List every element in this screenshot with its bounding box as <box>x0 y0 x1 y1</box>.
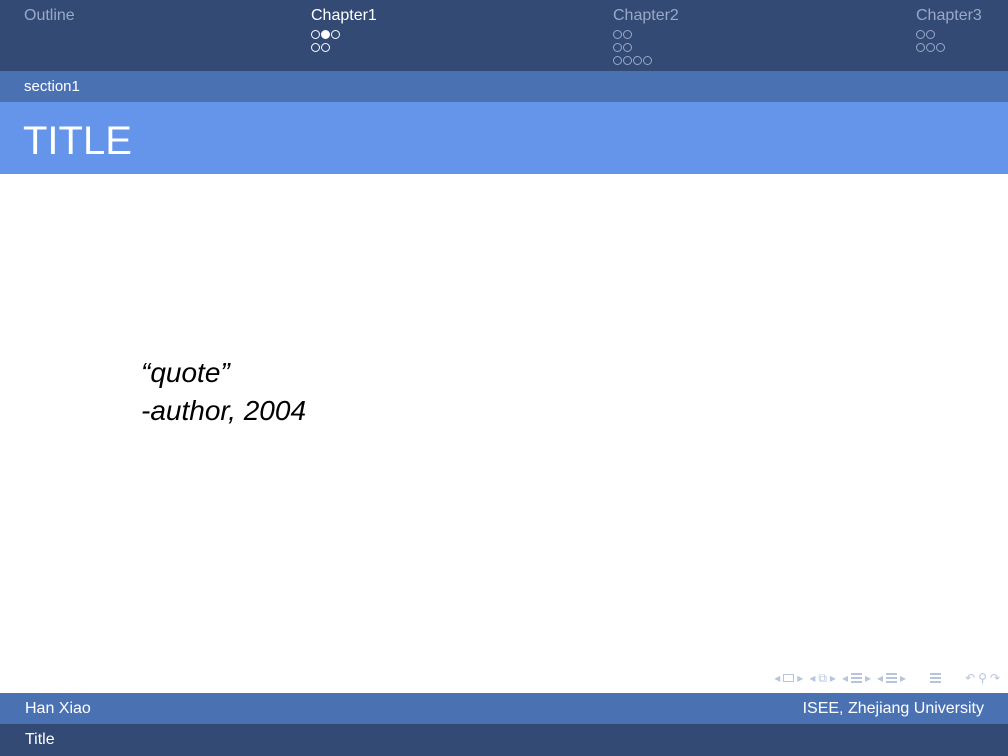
arrow-left-icon[interactable]: ◂ <box>842 671 848 685</box>
beamer-navigation-symbols: ◂ ▸ ◂ ⧉ ▸ ◂ ▸ ◂ ▸ ↶ ⚲ ↷ <box>774 668 1000 688</box>
frame-dot[interactable] <box>331 30 340 39</box>
subsection-dots <box>916 28 982 54</box>
headline-nav: Outline Chapter1 Chapter2 Chapter3 <box>0 0 1008 71</box>
search-nav-group[interactable]: ↶ ⚲ ↷ <box>965 671 1000 685</box>
frame-dot[interactable] <box>311 30 320 39</box>
subsection-icon[interactable] <box>850 673 862 683</box>
nav-section-chapter2[interactable]: Chapter2 <box>613 6 679 67</box>
nav-section-label[interactable]: Outline <box>24 6 75 26</box>
footer-short-title: Title <box>25 731 55 748</box>
footer-author: Han Xiao <box>25 700 91 717</box>
slide-nav-group[interactable]: ◂ ▸ <box>774 671 803 685</box>
frame-dot[interactable] <box>633 56 642 65</box>
frame-nav-group[interactable]: ◂ ⧉ ▸ <box>809 671 836 686</box>
frame-dot[interactable] <box>613 56 622 65</box>
section-icon[interactable] <box>886 673 898 683</box>
arrow-left-icon[interactable]: ◂ <box>877 671 883 685</box>
quote-block: “quote” -author, 2004 <box>141 354 306 430</box>
nav-section-label[interactable]: Chapter2 <box>613 6 679 26</box>
redo-icon[interactable]: ↷ <box>990 671 1000 685</box>
frame-dot[interactable] <box>643 56 652 65</box>
quote-attribution: -author, 2004 <box>141 395 307 426</box>
frame-dot[interactable] <box>936 43 945 52</box>
subsection-dot-row <box>613 54 679 67</box>
subsection-dot-row <box>916 28 982 41</box>
frame-title-bar: TITLE <box>0 102 1008 174</box>
document-nav-group[interactable] <box>930 673 942 683</box>
subsection-dot-row <box>916 41 982 54</box>
arrow-right-icon[interactable]: ▸ <box>797 671 803 685</box>
footer-title-bar: Title <box>0 724 1008 756</box>
frame-dot[interactable] <box>613 30 622 39</box>
subsection-nav-group[interactable]: ◂ ▸ <box>842 671 871 685</box>
undo-icon[interactable]: ↶ <box>965 671 975 685</box>
subsection-dot-row <box>613 28 679 41</box>
subsection-bar: section1 <box>0 71 1008 102</box>
frame-dot[interactable] <box>311 43 320 52</box>
arrow-right-icon[interactable]: ▸ <box>830 671 836 685</box>
section-nav-group[interactable]: ◂ ▸ <box>877 671 906 685</box>
footer-info-bar: Han Xiao ISEE, Zhejiang University <box>0 693 1008 724</box>
current-frame-dot[interactable] <box>321 30 330 39</box>
quote-text: “quote” <box>141 357 230 388</box>
subsection-dot-row <box>613 41 679 54</box>
frame-dot[interactable] <box>926 30 935 39</box>
frame-dot[interactable] <box>916 30 925 39</box>
frame-dot[interactable] <box>623 43 632 52</box>
frame-dot[interactable] <box>613 43 622 52</box>
frame-dot[interactable] <box>623 30 632 39</box>
subsection-dots <box>311 28 377 54</box>
search-icon[interactable]: ⚲ <box>978 671 987 685</box>
slide-icon[interactable] <box>783 674 795 682</box>
nav-section-chapter3[interactable]: Chapter3 <box>916 6 982 54</box>
arrow-left-icon[interactable]: ◂ <box>774 671 780 685</box>
subsection-dot-row <box>311 41 377 54</box>
arrow-right-icon[interactable]: ▸ <box>900 671 906 685</box>
frame-dot[interactable] <box>916 43 925 52</box>
frame-title: TITLE <box>23 119 132 163</box>
subsection-dots <box>613 28 679 67</box>
nav-section-label[interactable]: Chapter3 <box>916 6 982 26</box>
nav-section-outline[interactable]: Outline <box>24 6 75 26</box>
subsection-label: section1 <box>24 78 80 95</box>
nav-section-label[interactable]: Chapter1 <box>311 6 377 26</box>
nav-section-chapter1[interactable]: Chapter1 <box>311 6 377 54</box>
document-icon[interactable] <box>930 673 942 683</box>
frame-dot[interactable] <box>926 43 935 52</box>
frame-stack-icon[interactable]: ⧉ <box>818 671 827 686</box>
frame-dot[interactable] <box>623 56 632 65</box>
arrow-right-icon[interactable]: ▸ <box>865 671 871 685</box>
frame-dot[interactable] <box>321 43 330 52</box>
footer-institute: ISEE, Zhejiang University <box>802 700 984 717</box>
subsection-dot-row <box>311 28 377 41</box>
arrow-left-icon[interactable]: ◂ <box>809 671 815 685</box>
